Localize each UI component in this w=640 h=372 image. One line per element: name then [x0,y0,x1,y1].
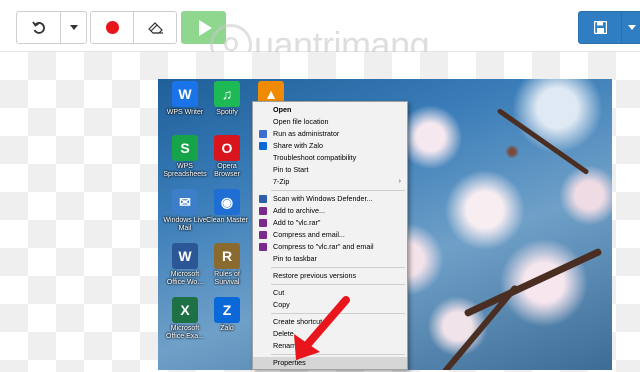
desktop-icon[interactable]: ◉ Clean Master [204,189,250,225]
menu-item[interactable]: Scan with Windows Defender... [253,193,407,205]
app-icon: ✉ [172,189,198,215]
record-icon [105,21,119,34]
menu-item[interactable]: Pin to taskbar [253,253,407,265]
menu-item-label: Run as administrator [273,129,340,138]
rar-icon [259,219,267,227]
menu-item[interactable]: Run as administrator [253,128,407,140]
desktop-icon[interactable]: Z Zalo [204,297,250,333]
menu-item-label: Restore previous versions [273,271,357,280]
chevron-right-icon: › [398,178,401,185]
defender-icon [259,195,267,203]
zalo-icon [259,142,267,150]
desktop-icon[interactable]: S WPS Spreadsheets [162,135,208,179]
undo-history-dropdown[interactable] [61,12,87,43]
undo-button[interactable] [17,12,61,43]
app-icon: O [214,135,240,161]
app-icon: ◉ [214,189,240,215]
chevron-down-icon [628,25,636,30]
desktop-icon-label: Opera Browser [214,163,240,178]
app-icon: S [172,135,198,161]
desktop-icon-label: WPS Writer [166,109,204,116]
menu-item[interactable]: Restore previous versions [253,270,407,282]
menu-item-label: Scan with Windows Defender... [273,194,373,203]
menu-item[interactable]: Open [253,104,407,116]
shield-icon [259,130,267,138]
menu-item-label: Cut [273,288,285,297]
eraser-icon [147,21,163,34]
app-icon: R [214,243,240,269]
app-icon: W [172,243,198,269]
menu-item[interactable]: Compress and email... [253,229,407,241]
menu-item-label: Pin to taskbar [273,254,317,263]
menu-item-label: Share with Zalo [273,141,323,150]
desktop-icon-label: Rules of Survival [214,271,240,286]
menu-item-label: Compress to "vlc.rar" and email [273,242,374,251]
desktop-icon[interactable]: O Opera Browser [204,135,250,179]
menu-item[interactable]: Troubleshoot compatibility [253,152,407,164]
desktop-icon[interactable]: ♫ Spotify [204,81,250,117]
record-erase-group [90,11,177,44]
menu-item-label: Compress and email... [273,230,345,239]
chevron-down-icon [70,25,78,30]
app-icon: W [172,81,198,107]
desktop-icon-label: Windows Live Mail [163,217,207,232]
desktop-icon[interactable]: X Microsoft Office Exa... [162,297,208,341]
rar-icon [259,231,267,239]
undo-button-group [16,11,87,44]
menu-item-label: 7-Zip [273,177,290,186]
menu-item-label: Add to "vlc.rar" [273,218,321,227]
app-icon: X [172,297,198,323]
rar-icon [259,243,267,251]
menu-item[interactable]: Pin to Start [253,164,407,176]
app-icon: ♫ [214,81,240,107]
desktop-icon[interactable]: W Microsoft Office Wo... [162,243,208,287]
eraser-button[interactable] [134,12,177,43]
menu-item-label: Troubleshoot compatibility [273,153,357,162]
desktop-icon[interactable]: ✉ Windows Live Mail [162,189,208,233]
save-options-dropdown[interactable] [621,11,640,44]
floppy-disk-icon [593,21,607,34]
desktop-icon-label: Clean Master [206,217,248,224]
desktop-icon-label: Microsoft Office Wo... [166,271,204,286]
menu-item-label: Copy [273,300,290,309]
menu-item[interactable]: 7-Zip › [253,176,407,188]
app-icon: Z [214,297,240,323]
menu-item-label: Add to archive... [273,206,325,215]
menu-item-label: Open [273,105,292,114]
menu-item[interactable]: Add to "vlc.rar" [253,217,407,229]
record-button[interactable] [91,12,134,43]
menu-item[interactable]: Share with Zalo [253,140,407,152]
menu-separator [271,190,405,191]
menu-item[interactable]: Compress to "vlc.rar" and email [253,241,407,253]
desktop-icon[interactable]: W WPS Writer [162,81,208,117]
menu-separator [271,267,405,268]
undo-icon [31,20,45,34]
menu-item-label: Pin to Start [273,165,309,174]
desktop-icon-label: Spotify [216,109,238,116]
desktop-icon-label: Microsoft Office Exa... [166,325,204,340]
save-button[interactable] [578,11,622,44]
menu-item[interactable]: Open file location [253,116,407,128]
red-arrow-annotation [294,296,350,360]
rar-icon [259,207,267,215]
menu-separator [271,284,405,285]
menu-item[interactable]: Add to archive... [253,205,407,217]
desktop-icon-label: Zalo [220,325,234,332]
menu-item-label: Open file location [273,117,329,126]
editor-toolbar: Q uantrimang [0,0,640,66]
desktop-icon[interactable]: R Rules of Survival [204,243,250,287]
desktop-icon-label: WPS Spreadsheets [163,163,207,178]
